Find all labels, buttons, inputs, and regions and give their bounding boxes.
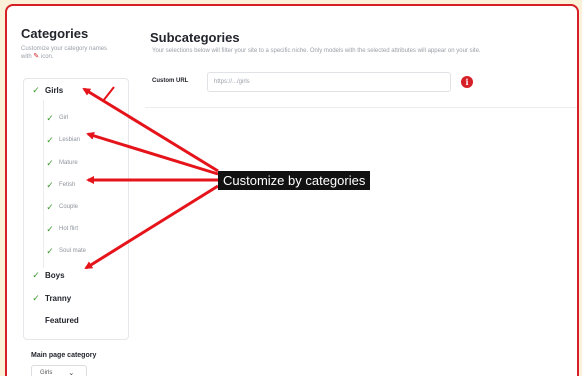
arrow-to-girls	[82, 87, 219, 173]
annotation-callout: Customize by categories	[218, 171, 371, 190]
arrow-to-boys	[84, 184, 219, 270]
pencil-mark	[102, 86, 115, 102]
arrow-to-lesbian	[86, 131, 219, 176]
